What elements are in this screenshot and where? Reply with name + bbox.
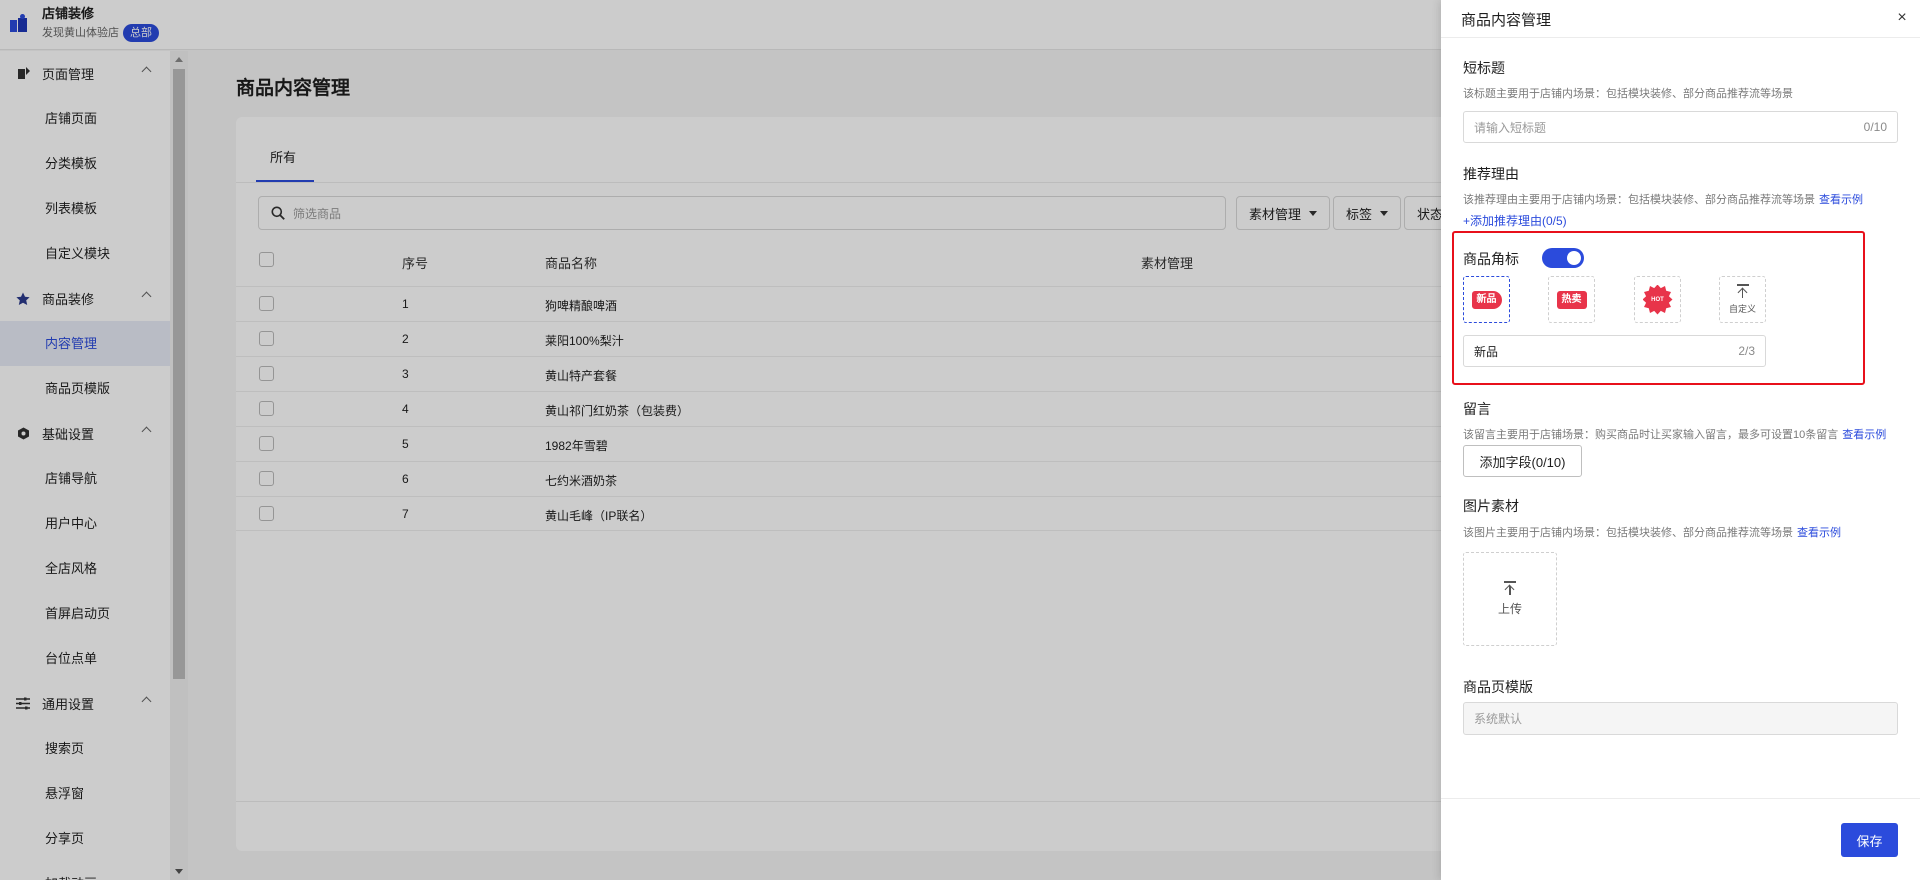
- template-value: 系统默认: [1474, 712, 1523, 726]
- corner-tag-text-input[interactable]: 新品 2/3: [1463, 335, 1766, 367]
- short-title-placeholder: 请输入短标题: [1474, 120, 1547, 135]
- message-desc-row: 该留言主要用于店铺场景：购买商品时让买家输入留言，最多可设置10条留言 查看示例: [1463, 426, 1886, 442]
- reason-desc: 该推荐理由主要用于店铺内场景：包括模块装修、部分商品推荐流等场景: [1463, 194, 1815, 206]
- save-button[interactable]: 保存: [1841, 823, 1898, 857]
- template-label: 商品页模版: [1463, 679, 1533, 695]
- short-title-label: 短标题: [1463, 60, 1505, 76]
- reason-example-link[interactable]: 查看示例: [1819, 194, 1863, 206]
- reason-desc-row: 该推荐理由主要用于店铺内场景：包括模块装修、部分商品推荐流等场景 查看示例: [1463, 191, 1863, 207]
- new-tag-icon: 新品: [1471, 290, 1502, 309]
- short-title-input[interactable]: 请输入短标题 0/10: [1463, 111, 1898, 143]
- corner-option-hot[interactable]: HOT: [1634, 276, 1681, 323]
- corner-tag-count: 2/3: [1738, 344, 1755, 358]
- corner-tag-label: 商品角标: [1463, 251, 1519, 267]
- modal-overlay[interactable]: [0, 0, 1441, 880]
- short-title-count: 0/10: [1863, 120, 1887, 134]
- drawer-header-divider: [1441, 37, 1920, 38]
- message-label: 留言: [1463, 401, 1491, 417]
- upload-label: 上传: [1497, 601, 1522, 616]
- hot-star-tag-icon: HOT: [1642, 284, 1673, 315]
- content-management-drawer: 商品内容管理 × 短标题 该标题主要用于店铺内场景：包括模块装修、部分商品推荐流…: [1441, 0, 1920, 880]
- corner-tag-toggle[interactable]: [1542, 248, 1584, 268]
- add-field-button[interactable]: 添加字段(0/10): [1463, 445, 1582, 477]
- corner-option-new[interactable]: 新品: [1463, 276, 1510, 323]
- image-example-link[interactable]: 查看示例: [1797, 527, 1841, 539]
- upload-icon: [1504, 581, 1516, 583]
- reason-label: 推荐理由: [1463, 166, 1519, 182]
- template-select[interactable]: 系统默认: [1463, 702, 1898, 735]
- corner-tag-value: 新品: [1474, 344, 1499, 359]
- drawer-title: 商品内容管理: [1461, 12, 1552, 29]
- close-icon[interactable]: ×: [1895, 10, 1909, 26]
- upload-arrow-icon: [1738, 287, 1748, 299]
- corner-option-hot-sale[interactable]: 热卖: [1548, 276, 1595, 323]
- add-reason-link[interactable]: +添加推荐理由(0/5): [1463, 212, 1567, 229]
- upload-arrow-icon: [1505, 584, 1515, 596]
- corner-option-custom[interactable]: 自定义: [1719, 276, 1766, 323]
- hot-sale-tag-icon: 热卖: [1556, 290, 1587, 309]
- upload-icon: [1736, 284, 1749, 286]
- custom-label: 自定义: [1728, 303, 1756, 314]
- image-upload-button[interactable]: 上传: [1463, 552, 1557, 646]
- image-desc: 该图片主要用于店铺内场景：包括模块装修、部分商品推荐流等场景: [1463, 527, 1793, 539]
- message-desc: 该留言主要用于店铺场景：购买商品时让买家输入留言，最多可设置10条留言: [1463, 429, 1839, 441]
- image-desc-row: 该图片主要用于店铺内场景：包括模块装修、部分商品推荐流等场景 查看示例: [1463, 524, 1841, 540]
- drawer-footer-divider: [1441, 798, 1920, 799]
- message-example-link[interactable]: 查看示例: [1842, 429, 1886, 441]
- image-label: 图片素材: [1463, 498, 1519, 514]
- short-title-desc: 该标题主要用于店铺内场景：包括模块装修、部分商品推荐流等场景: [1463, 88, 1793, 100]
